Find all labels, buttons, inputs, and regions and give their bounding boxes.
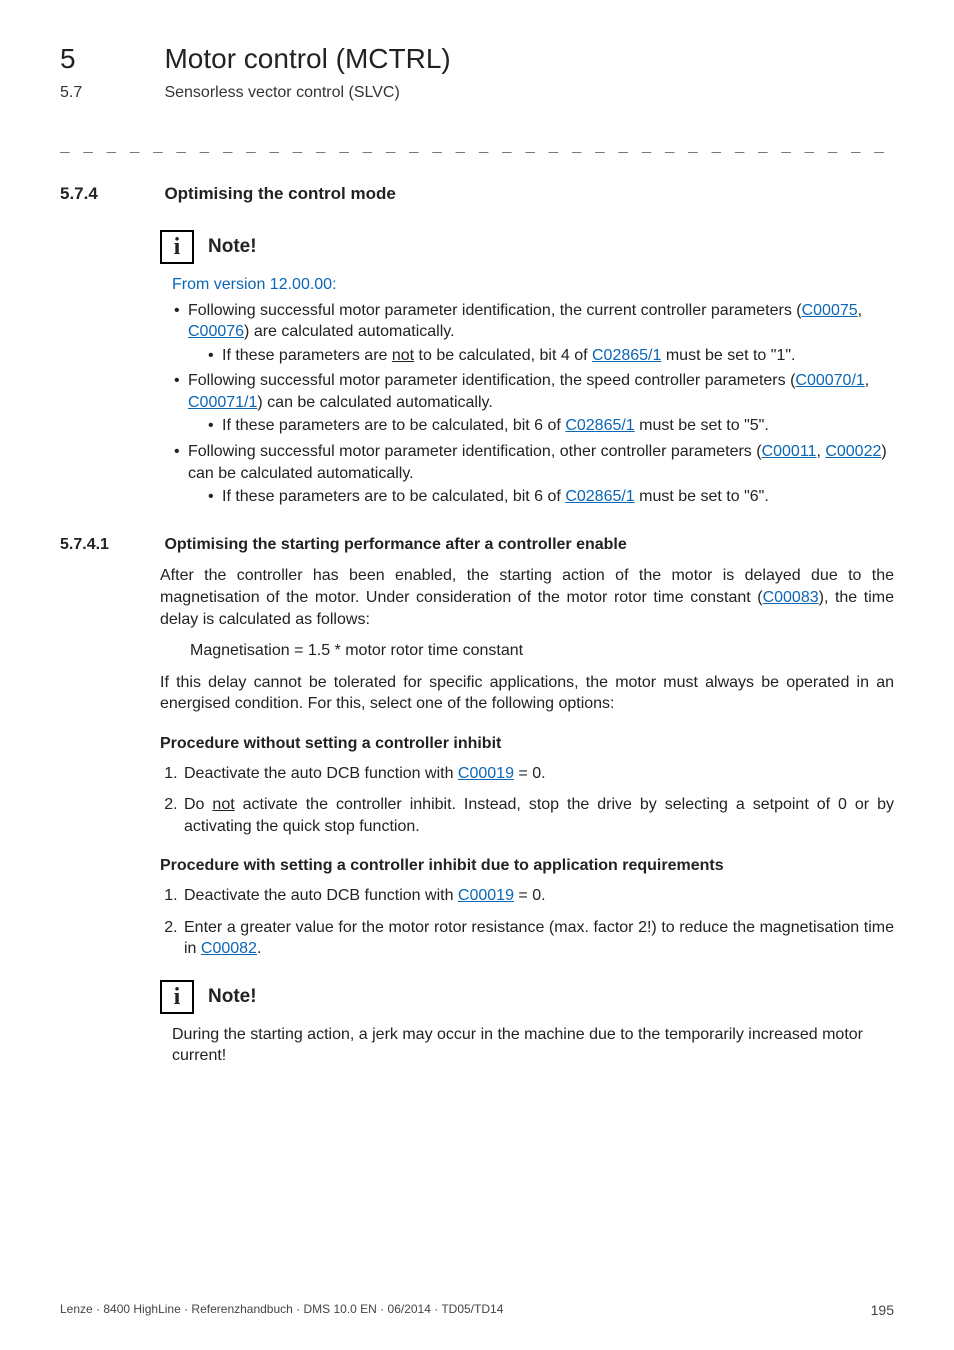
subchapter-title: Sensorless vector control (SLVC) [164,82,399,104]
text-b: = 0. [514,887,546,904]
info-icon: i [160,980,194,1014]
divider-dashes: _ _ _ _ _ _ _ _ _ _ _ _ _ _ _ _ _ _ _ _ … [60,133,894,155]
step-b-2: Enter a greater value for the motor roto… [182,917,894,960]
proc-b-heading: Procedure with setting a controller inhi… [160,855,894,877]
page-footer: Lenze · 8400 HighLine · Referenzhandbuch… [60,1301,894,1320]
text-b: to be calculated, bit 4 of [414,347,592,364]
link-c00019[interactable]: C00019 [458,765,514,782]
formula-line: Magnetisation = 1.5 * motor rotor time c… [190,640,894,662]
subbullet-1-1: If these parameters are not to be calcul… [208,345,894,367]
bullet-text: Following successful motor parameter ide… [188,372,795,389]
section-title: Optimising the starting performance afte… [164,534,626,556]
note-label: Note! [208,984,257,1010]
text-b: must be set to "5". [635,417,769,434]
step-b-1: Deactivate the auto DCB function with C0… [182,885,894,907]
text-not: not [392,347,414,364]
proc-a-heading: Procedure without setting a controller i… [160,733,894,755]
info-icon: i [160,230,194,264]
section-title: Optimising the control mode [164,183,395,206]
proc-a-steps: Deactivate the auto DCB function with C0… [160,763,894,838]
text-b: activate the controller inhibit. Instead… [184,796,894,835]
proc-b-steps: Deactivate the auto DCB function with C0… [160,885,894,960]
text-a: Deactivate the auto DCB function with [184,887,458,904]
text-a: Do [184,796,212,813]
section-574-row: 5.7.4 Optimising the control mode [60,183,894,206]
link-c00076[interactable]: C00076 [188,323,244,340]
section-5741-row: 5.7.4.1 Optimising the starting performa… [60,534,894,556]
link-c00019[interactable]: C00019 [458,887,514,904]
link-c00082[interactable]: C00082 [201,940,257,957]
link-c00071-1[interactable]: C00071/1 [188,394,257,411]
para-1: After the controller has been enabled, t… [160,565,894,630]
bullet-text-tail: ) are calculated automatically. [244,323,454,340]
para-2: If this delay cannot be tolerated for sp… [160,672,894,715]
bullet-text-tail: ) can be calculated automatically. [257,394,492,411]
bullet-1: Following successful motor parameter ide… [174,300,894,367]
note-lead: From version 12.00.00: [172,274,894,296]
link-c00083[interactable]: C00083 [763,589,819,606]
step-a-1: Deactivate the auto DCB function with C0… [182,763,894,785]
step-a-2: Do not activate the controller inhibit. … [182,794,894,837]
comma: , [865,372,869,389]
text-b: . [257,940,261,957]
note-box-1: i Note! From version 12.00.00: Following… [160,230,894,508]
text-not: not [212,796,234,813]
footer-left: Lenze · 8400 HighLine · Referenzhandbuch… [60,1301,503,1320]
text-a: Deactivate the auto DCB function with [184,765,458,782]
comma: , [858,302,862,319]
bullet-3: Following successful motor parameter ide… [174,441,894,508]
subchapter-row: 5.7 Sensorless vector control (SLVC) [60,82,894,104]
subchapter-number: 5.7 [60,82,160,104]
bullet-2: Following successful motor parameter ide… [174,370,894,437]
text-a: Enter a greater value for the motor roto… [184,919,894,958]
note-box-2: i Note! During the starting action, a je… [160,980,894,1067]
chapter-title: Motor control (MCTRL) [164,40,450,78]
section-number: 5.7.4.1 [60,534,160,556]
text-b: = 0. [514,765,546,782]
chapter-header: 5 Motor control (MCTRL) [60,40,894,78]
bullet-text: Following successful motor parameter ide… [188,302,802,319]
text-b: must be set to "6". [635,488,769,505]
link-c00022[interactable]: C00022 [825,443,881,460]
text-a: If these parameters are [222,347,392,364]
bullet-text: Following successful motor parameter ide… [188,443,762,460]
link-c00011[interactable]: C00011 [762,443,817,460]
note-bullets: Following successful motor parameter ide… [174,300,894,508]
text-a: If these parameters are to be calculated… [222,417,565,434]
link-c00070-1[interactable]: C00070/1 [795,372,864,389]
section-number: 5.7.4 [60,183,160,206]
link-c02865-1[interactable]: C02865/1 [592,347,661,364]
comma: , [816,443,825,460]
page-number: 195 [871,1301,894,1320]
chapter-number: 5 [60,40,160,78]
subbullet-2-1: If these parameters are to be calculated… [208,415,894,437]
text-a: If these parameters are to be calculated… [222,488,565,505]
link-c00075[interactable]: C00075 [802,302,858,319]
subbullet-3-1: If these parameters are to be calculated… [208,486,894,508]
note-label: Note! [208,234,257,260]
text-c: must be set to "1". [661,347,795,364]
note-text: During the starting action, a jerk may o… [172,1024,894,1067]
link-c02865-1[interactable]: C02865/1 [565,488,634,505]
link-c02865-1[interactable]: C02865/1 [565,417,634,434]
